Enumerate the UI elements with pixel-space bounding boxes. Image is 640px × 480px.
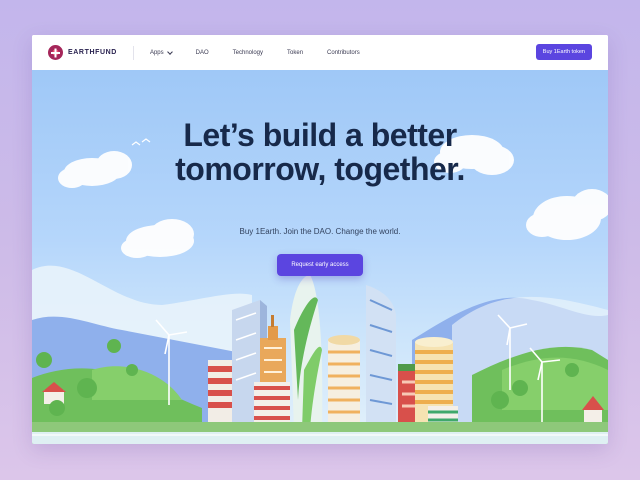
nav-item-label: Contributors: [327, 49, 360, 56]
request-early-access-button[interactable]: Request early access: [277, 254, 363, 276]
headline-line-1: Let’s build a better: [183, 117, 457, 153]
nav-item-label: Technology: [232, 49, 264, 56]
hero-subtitle: Buy 1Earth. Join the DAO. Change the wor…: [239, 227, 401, 236]
building: [366, 285, 396, 430]
headline-line-2: tomorrow, together.: [175, 151, 465, 187]
nav-item-label: DAO: [195, 49, 209, 56]
nav-divider: [132, 45, 134, 60]
building: [328, 335, 360, 430]
nav-item-dao[interactable]: DAO: [196, 50, 209, 56]
ground: [32, 422, 608, 432]
nav-item-token[interactable]: Token: [287, 50, 303, 56]
nav-item-label: Apps: [149, 49, 164, 56]
brand-logo[interactable]: EARTHFUND: [48, 45, 117, 60]
nav-item-technology[interactable]: Technology: [233, 50, 263, 56]
chevron-down-icon: [166, 48, 173, 55]
buy-token-button[interactable]: Buy 1Earth token: [535, 44, 592, 60]
brand-name: EARTHFUND: [68, 49, 117, 56]
cloud: [121, 219, 194, 258]
hero-headline: Let’s build a better tomorrow, together.: [32, 118, 608, 186]
building: [208, 360, 232, 430]
browser-frame: EARTHFUND Apps DAO Technology Token Cont…: [32, 35, 608, 444]
water-reflection: [32, 432, 608, 444]
nav-item-apps[interactable]: Apps: [149, 48, 173, 56]
nav-item-contributors[interactable]: Contributors: [327, 50, 360, 56]
nav-item-label: Token: [287, 49, 304, 56]
top-navigation: EARTHFUND Apps DAO Technology Token Cont…: [32, 35, 608, 70]
hero-section: Let’s build a better tomorrow, together.…: [32, 70, 608, 444]
nav-menu: Apps DAO Technology Token Contributors: [149, 48, 384, 56]
earthfund-logo-icon: [48, 45, 63, 60]
building: [290, 275, 323, 430]
